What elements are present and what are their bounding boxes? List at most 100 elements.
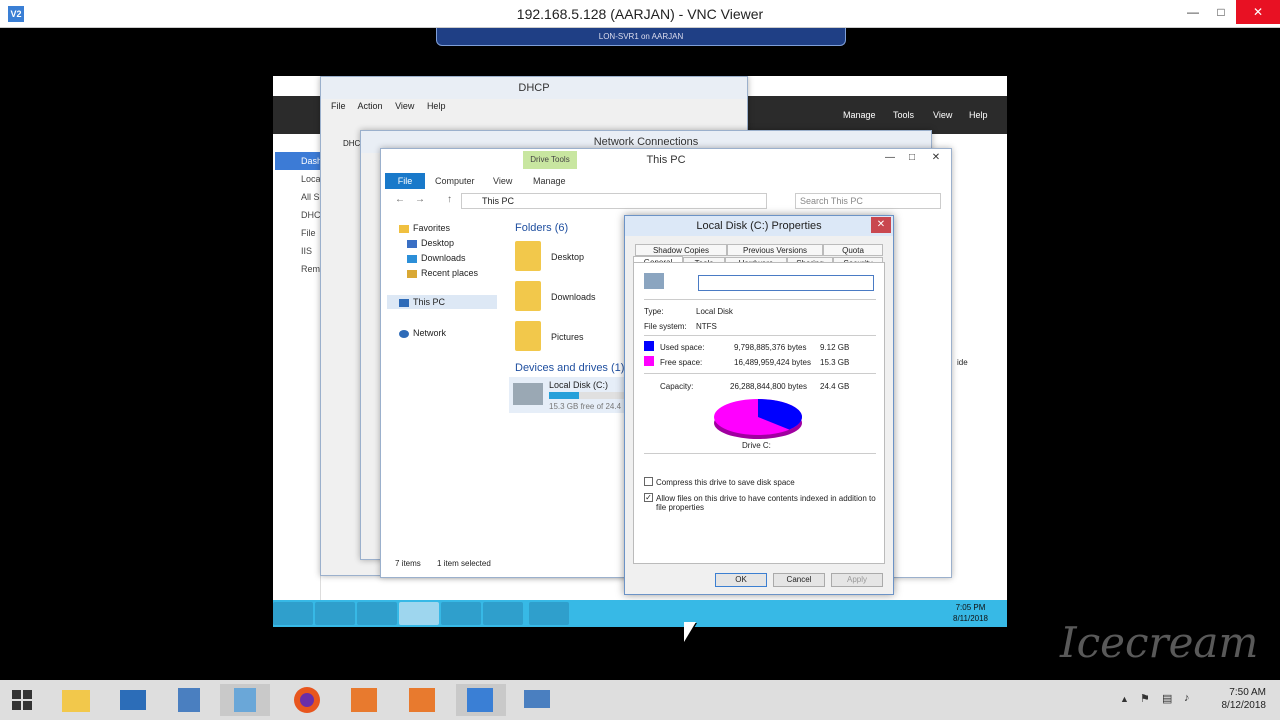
explorer-maximize-button[interactable]: □ bbox=[901, 151, 923, 165]
maximize-button[interactable]: □ bbox=[1204, 0, 1238, 24]
capacity-bytes: 26,288,844,800 bytes bbox=[730, 382, 807, 391]
tab-previous-versions[interactable]: Previous Versions bbox=[727, 244, 823, 256]
start-icon[interactable] bbox=[273, 602, 313, 625]
firefox-icon[interactable] bbox=[282, 684, 332, 716]
address-text: This PC bbox=[482, 196, 515, 206]
compress-checkbox[interactable] bbox=[644, 477, 653, 486]
nav-desktop[interactable]: Desktop bbox=[407, 238, 454, 248]
explorer-close-button[interactable]: ✕ bbox=[925, 151, 947, 165]
divider bbox=[644, 373, 876, 374]
nav-network[interactable]: Network bbox=[399, 328, 446, 338]
close-button[interactable]: ✕ bbox=[1236, 0, 1280, 24]
network-icon[interactable] bbox=[441, 602, 481, 625]
server-manager-icon[interactable] bbox=[315, 602, 355, 625]
nav-downloads[interactable]: Downloads bbox=[407, 253, 466, 263]
apply-button[interactable]: Apply bbox=[831, 573, 883, 587]
sm-side-text: ide bbox=[957, 358, 968, 367]
folder-desktop-label[interactable]: Desktop bbox=[551, 252, 584, 262]
nav-recent-places[interactable]: Recent places bbox=[407, 268, 478, 278]
tab-view[interactable]: View bbox=[493, 173, 512, 189]
windows-start-icon[interactable] bbox=[4, 684, 54, 716]
forward-icon[interactable]: → bbox=[415, 194, 425, 205]
sm-nav-file[interactable]: File bbox=[275, 224, 323, 242]
screenshot-tool-icon[interactable] bbox=[398, 684, 448, 716]
mouse-cursor-icon bbox=[684, 622, 696, 642]
folder-desktop-icon[interactable] bbox=[515, 241, 541, 271]
sm-menu-tools[interactable]: Tools bbox=[893, 110, 914, 120]
remote-date: 8/11/2018 bbox=[953, 614, 988, 623]
nav-this-pc-label: This PC bbox=[413, 297, 446, 307]
explorer-minimize-button[interactable]: — bbox=[879, 151, 901, 165]
powershell-icon[interactable] bbox=[357, 602, 397, 625]
dhcp-tree-root[interactable]: DHC bbox=[343, 139, 360, 148]
volume-label-input[interactable] bbox=[698, 275, 874, 291]
up-icon[interactable]: ↑ bbox=[447, 194, 452, 205]
vnc-viewer-icon[interactable] bbox=[456, 684, 506, 716]
sm-menu-manage[interactable]: Manage bbox=[843, 110, 876, 120]
dhcp-icon[interactable] bbox=[529, 602, 569, 625]
properties-close-button[interactable]: ✕ bbox=[871, 217, 891, 233]
vnc-connection-bar[interactable]: LON-SVR1 on AARJAN bbox=[436, 28, 846, 46]
address-bar[interactable]: This PC bbox=[461, 193, 767, 209]
free-space-gb: 15.3 GB bbox=[820, 358, 850, 367]
tray-chevron-icon[interactable]: ▲ bbox=[1120, 694, 1129, 704]
nav-favorites[interactable]: Favorites bbox=[399, 223, 450, 233]
sm-nav-local[interactable]: Loca bbox=[275, 170, 323, 188]
drive-icon bbox=[644, 273, 664, 289]
sm-nav-dhcp[interactable]: DHC bbox=[275, 206, 323, 224]
powershell-icon[interactable] bbox=[108, 684, 158, 716]
server-manager-nav: Dash Loca All S DHC File IIS Rem bbox=[273, 134, 323, 604]
folder-downloads-label[interactable]: Downloads bbox=[551, 292, 596, 302]
nav-this-pc[interactable]: This PC bbox=[387, 295, 497, 309]
index-label: Allow files on this drive to have conten… bbox=[656, 494, 876, 512]
remote-desktop-icon[interactable] bbox=[512, 684, 562, 716]
remote-clock[interactable]: 7:05 PM 8/11/2018 bbox=[953, 602, 988, 624]
folder-pictures-icon[interactable] bbox=[515, 321, 541, 351]
volume-icon[interactable]: ♪ bbox=[1184, 692, 1190, 704]
host-taskbar: ▲ ⚑ ▤ ♪ 7:50 AM 8/12/2018 bbox=[0, 680, 1280, 720]
search-input[interactable]: Search This PC bbox=[795, 193, 941, 209]
free-space-bytes: 16,489,959,424 bytes bbox=[734, 358, 811, 367]
recent-places-icon bbox=[407, 269, 417, 278]
cancel-button[interactable]: Cancel bbox=[773, 573, 825, 587]
divider bbox=[644, 299, 876, 300]
sm-nav-remote[interactable]: Rem bbox=[275, 260, 323, 278]
network-tray-icon[interactable]: ▤ bbox=[1162, 692, 1172, 705]
dhcp-menu-file[interactable]: File bbox=[331, 101, 346, 111]
devices-header[interactable]: Devices and drives (1) bbox=[515, 362, 624, 374]
sm-menu-view[interactable]: View bbox=[933, 110, 952, 120]
used-space-gb: 9.12 GB bbox=[820, 343, 850, 352]
index-checkbox[interactable]: ✓ bbox=[644, 493, 653, 502]
tab-shadow-copies[interactable]: Shadow Copies bbox=[635, 244, 727, 256]
sm-menu-help[interactable]: Help bbox=[969, 110, 988, 120]
folder-downloads-icon[interactable] bbox=[515, 281, 541, 311]
action-center-flag-icon[interactable]: ⚑ bbox=[1140, 692, 1150, 705]
screen-recorder-icon[interactable] bbox=[340, 684, 390, 716]
sm-nav-dashboard[interactable]: Dash bbox=[275, 152, 323, 170]
dhcp-menu-view[interactable]: View bbox=[395, 101, 414, 111]
nav-network-label: Network bbox=[413, 328, 447, 338]
tab-file[interactable]: File bbox=[385, 173, 425, 189]
file-explorer-icon[interactable] bbox=[399, 602, 439, 625]
back-icon[interactable]: ← bbox=[395, 194, 405, 205]
server-manager-icon[interactable] bbox=[164, 684, 214, 716]
drive-free-text: 15.3 GB free of 24.4 bbox=[549, 402, 622, 411]
file-explorer-icon[interactable] bbox=[52, 684, 102, 716]
dhcp-menu-action[interactable]: Action bbox=[358, 101, 383, 111]
free-space-label: Free space: bbox=[660, 358, 703, 367]
folder-pictures-label[interactable]: Pictures bbox=[551, 332, 584, 342]
local-disk-tile[interactable]: Local Disk (C:) 15.3 GB free of 24.4 bbox=[509, 377, 629, 413]
folders-header[interactable]: Folders (6) bbox=[515, 222, 568, 234]
host-clock[interactable]: 7:50 AM 8/12/2018 bbox=[1222, 686, 1267, 712]
tab-quota[interactable]: Quota bbox=[823, 244, 883, 256]
dhcp-menu-help[interactable]: Help bbox=[427, 101, 446, 111]
drive-usage-bar bbox=[549, 392, 629, 399]
sm-nav-all-servers[interactable]: All S bbox=[275, 188, 323, 206]
ok-button[interactable]: OK bbox=[715, 573, 767, 587]
sm-nav-iis[interactable]: IIS bbox=[275, 242, 323, 260]
computer-management-icon[interactable] bbox=[483, 602, 523, 625]
status-items: 7 items bbox=[395, 559, 421, 568]
hyper-v-icon[interactable] bbox=[220, 684, 270, 716]
tab-manage[interactable]: Manage bbox=[533, 173, 566, 189]
tab-computer[interactable]: Computer bbox=[435, 173, 475, 189]
